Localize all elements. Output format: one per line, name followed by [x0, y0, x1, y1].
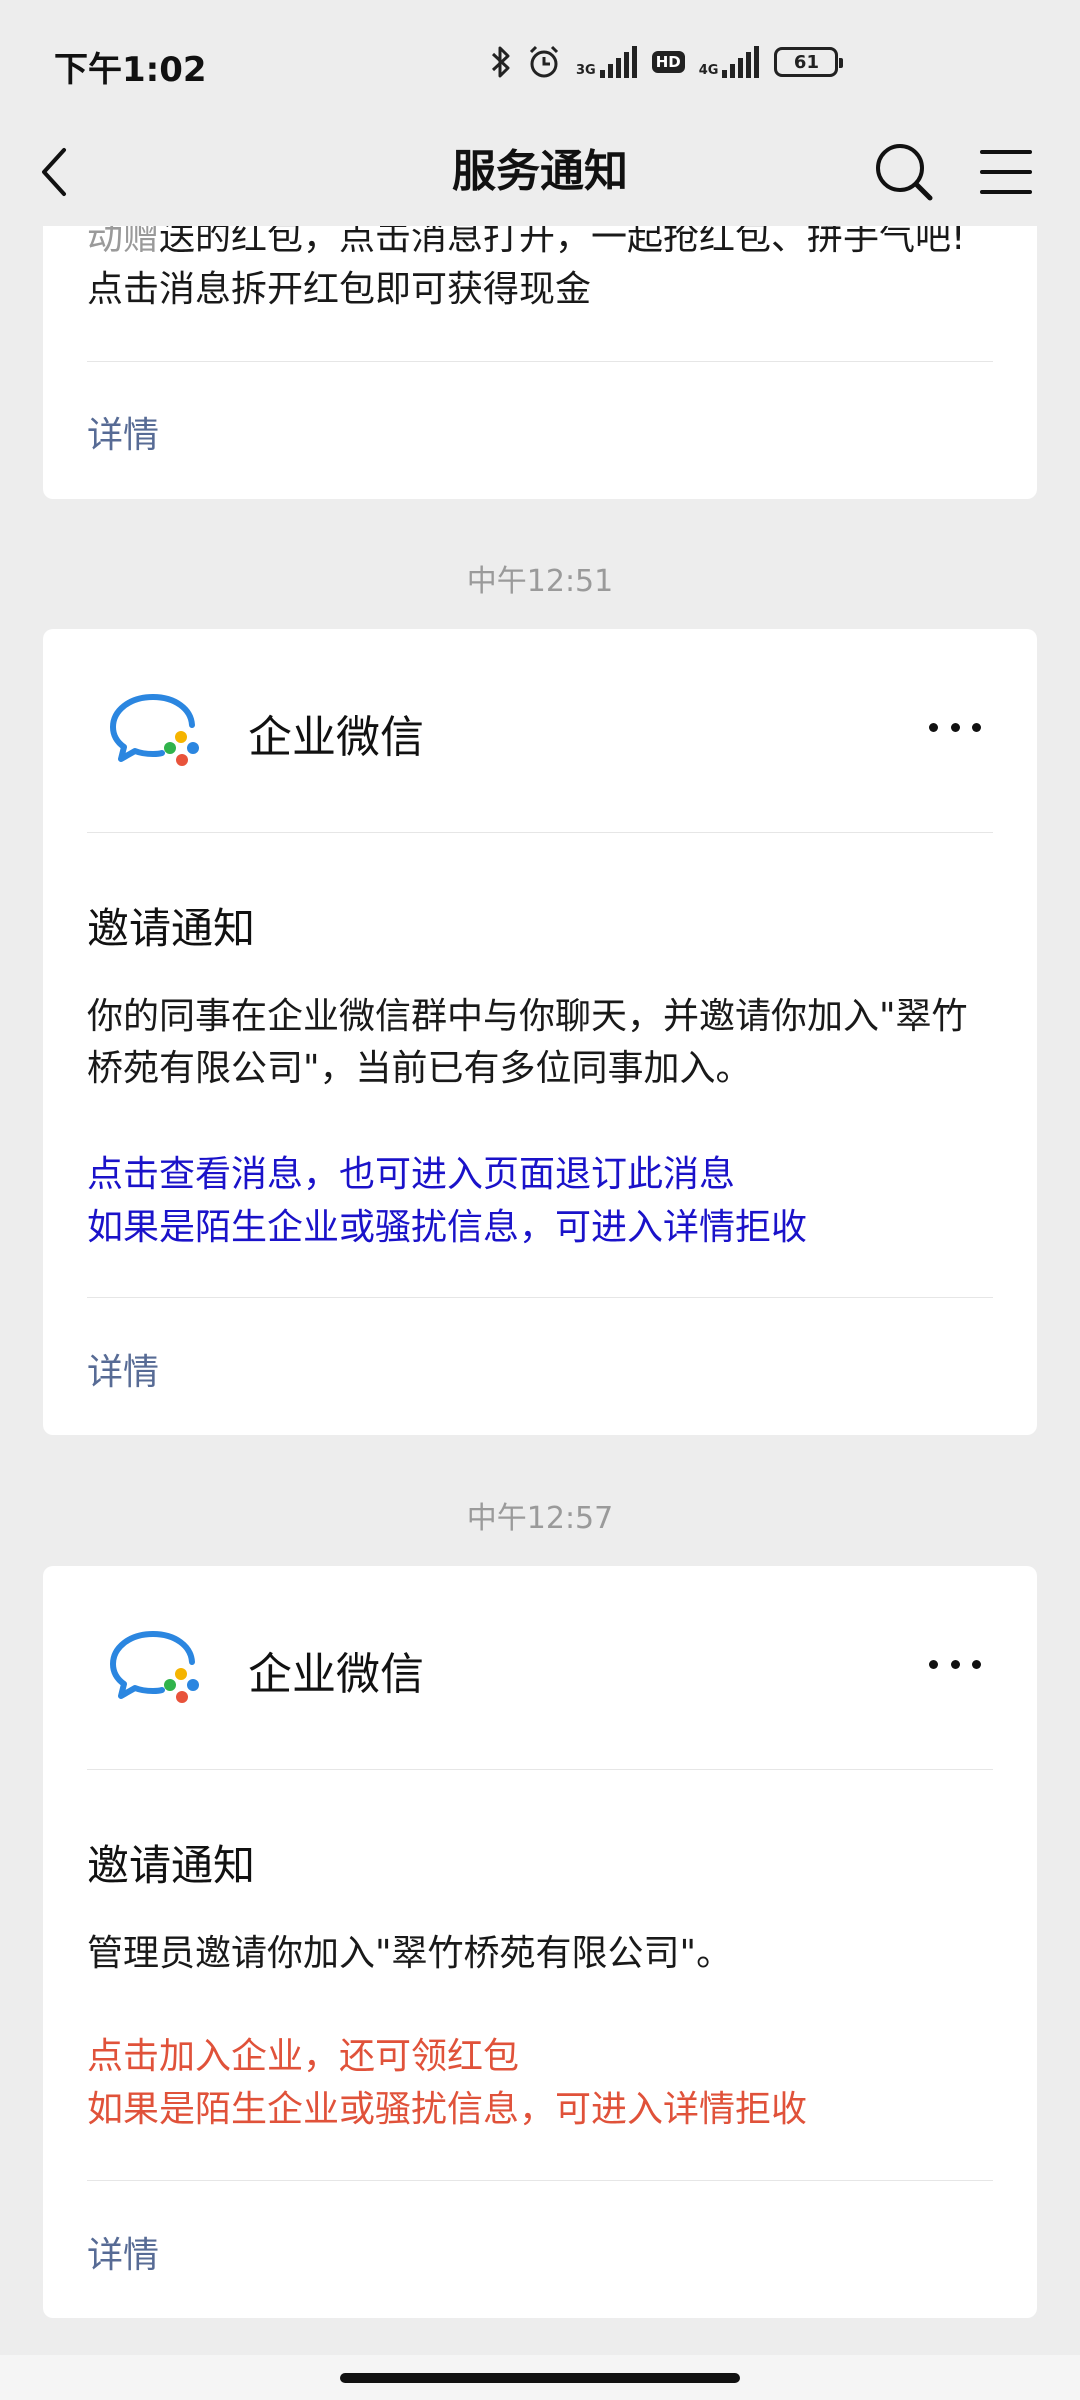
signal-icon-2 [722, 46, 760, 78]
bluetooth-icon [491, 46, 510, 78]
wecom-logo-icon [110, 694, 199, 766]
message-card[interactable]: 企业微信 邀请通知 管理员邀请你加入"翠竹桥苑有限公司"。 点击加入企业，还可领… [43, 1566, 1037, 2318]
divider [87, 361, 993, 362]
notice-title: 邀请通知 [87, 1841, 256, 1890]
more-options-icon[interactable] [923, 705, 987, 749]
notice-hint: 点击加入企业，还可领红包 如果是陌生企业或骚扰信息，可进入详情拒收 [87, 2030, 987, 2136]
notice-body: 你的同事在企业微信群中与你聊天，并邀请你加入"翠竹桥苑有限公司"，当前已有多位同… [87, 996, 968, 1089]
nav-bar: 服务通知 [0, 118, 1080, 226]
battery-icon: 61 [774, 47, 844, 77]
hd-label: HD [655, 53, 681, 71]
notice-body: 管理员邀请你加入"翠竹桥苑有限公司"。 [87, 1933, 733, 1974]
timestamp: 中午12:57 [466, 1501, 614, 1536]
app-name: 企业微信 [248, 712, 424, 763]
message-body-line2: 点击消息拆开红包即可获得现金 [87, 269, 592, 310]
notice-title: 邀请通知 [87, 904, 256, 953]
divider [87, 1297, 993, 1298]
status-time: 下午1:02 [54, 50, 207, 90]
divider [87, 1769, 993, 1770]
signal-icon [599, 46, 637, 78]
card-header: 企业微信 [43, 629, 1037, 832]
home-indicator[interactable] [340, 2373, 740, 2383]
notice-hint-line2: 如果是陌生企业或骚扰信息，可进入详情拒收 [87, 1207, 808, 1248]
notice-hint: 点击查看消息，也可进入页面退订此消息 如果是陌生企业或骚扰信息，可进入详情拒收 [87, 1148, 987, 1254]
card-header: 企业微信 [43, 1566, 1037, 1769]
hd-badge: HD [651, 51, 685, 73]
details-link[interactable]: 详情 [87, 406, 159, 458]
network-3g-label: 3G [576, 63, 596, 78]
menu-icon[interactable] [966, 132, 1046, 212]
alarm-icon [529, 45, 559, 78]
notice-hint-line2: 如果是陌生企业或骚扰信息，可进入详情拒收 [87, 2089, 808, 2130]
timestamp: 中午12:51 [466, 564, 614, 599]
details-link[interactable]: 详情 [87, 2226, 159, 2278]
status-bar: 下午1:02 3G HD 4G 61 [0, 0, 1080, 118]
more-options-icon[interactable] [923, 1642, 987, 1686]
notice-hint-line1: 点击查看消息，也可进入页面退订此消息 [87, 1154, 736, 1195]
details-link[interactable]: 详情 [87, 1343, 159, 1395]
message-body: 动赠送的红包，点击消息打开，一起抢红包、拼手气吧! 点击消息拆开红包即可获得现金 [87, 212, 987, 316]
search-icon[interactable] [864, 132, 944, 212]
divider [87, 2180, 993, 2181]
battery-level: 61 [793, 51, 819, 73]
wecom-logo-icon [110, 1631, 199, 1703]
app-name: 企业微信 [248, 1649, 424, 1700]
network-4g-label: 4G [698, 63, 719, 78]
divider [87, 832, 993, 833]
message-card[interactable]: 企业微信 邀请通知 你的同事在企业微信群中与你聊天，并邀请你加入"翠竹桥苑有限公… [43, 629, 1037, 1435]
status-icons: 3G HD 4G 61 [490, 40, 844, 84]
notice-hint-line1: 点击加入企业，还可领红包 [87, 2036, 520, 2077]
